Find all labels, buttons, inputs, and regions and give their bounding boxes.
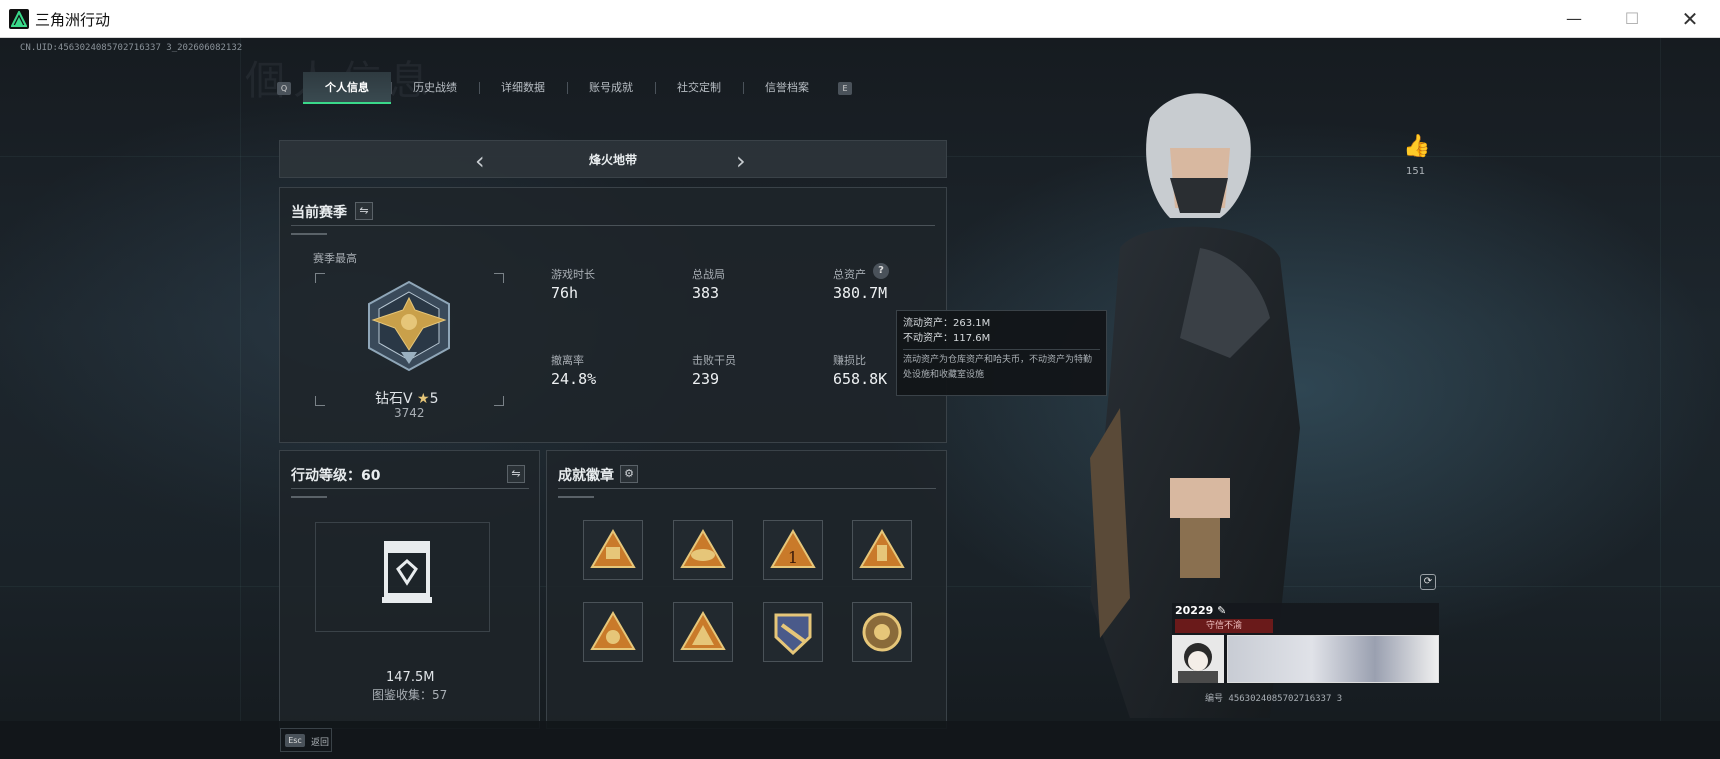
player-banner: [1227, 635, 1439, 683]
mode-title: 烽火地带: [588, 153, 637, 167]
frame-corner: [494, 273, 504, 283]
close-icon[interactable]: ✕: [1661, 0, 1719, 38]
game-area: 個人信息 CN.UID:4563024085702716337 3_202606…: [0, 38, 1720, 759]
stat-label: 撤离率: [551, 354, 584, 367]
divider: [558, 488, 936, 489]
rank-score: 3742: [394, 406, 425, 420]
divider: [558, 496, 594, 498]
mode-selector: ‹ 烽火地带 ›: [279, 140, 947, 178]
frame-corner: [315, 396, 325, 406]
divider: [291, 225, 935, 226]
level-title: 行动等级：60: [291, 465, 380, 485]
badge-4[interactable]: [852, 520, 912, 580]
stat-value: 380.7M: [833, 284, 888, 302]
rank-stars: 5: [429, 391, 439, 407]
player-name: 20229 ✎: [1175, 604, 1226, 617]
player-id: 编号 4563024085702716337 3: [1205, 694, 1343, 704]
stat-label: 游戏时长: [551, 268, 595, 281]
avatar: [1172, 635, 1224, 683]
bg-grid-line: [240, 38, 241, 721]
question-icon[interactable]: ?: [873, 263, 889, 279]
stat-label: 总战局: [692, 268, 725, 281]
pencil-icon[interactable]: ✎: [1217, 604, 1226, 617]
uid-label: CN.UID:4563024085702716337 3_20260608213…: [20, 43, 243, 53]
stat-value: 239: [692, 370, 720, 388]
collection-count: 图鉴收集：57: [372, 686, 447, 703]
tab-social[interactable]: 社交定制: [655, 72, 743, 104]
badges-title: 成就徽章: [558, 468, 614, 484]
stat-label: 总资产: [833, 268, 866, 281]
maximize-icon[interactable]: ☐: [1603, 0, 1661, 38]
tab-next-key[interactable]: E: [838, 82, 852, 95]
game-window: 三角洲行动 — ☐ ✕ 個人信息 CN.UID:4563024085702716…: [0, 0, 1720, 759]
tab-bar: 个人信息 历史战绩 详细数据 账号成就 社交定制 信誉档案: [303, 72, 831, 104]
collection-value: 57: [432, 688, 448, 702]
achievement-badges-panel: 成就徽章 ⚙ 1: [546, 450, 947, 729]
swap-icon[interactable]: ⇋: [507, 465, 525, 483]
app-logo-icon: [9, 9, 29, 29]
bottom-bar: Esc 返回: [0, 721, 1720, 759]
title-bar: 三角洲行动 — ☐ ✕: [0, 0, 1720, 38]
badge-3[interactable]: 1: [763, 520, 823, 580]
level-value: 60: [361, 468, 381, 484]
star-icon: ★: [417, 391, 430, 407]
tab-prev-key[interactable]: Q: [277, 82, 291, 95]
tab-personal-info[interactable]: 个人信息: [303, 72, 391, 104]
tab-detailed-data[interactable]: 详细数据: [479, 72, 567, 104]
collection-cabinet-icon: [382, 541, 432, 603]
window-title: 三角洲行动: [35, 11, 111, 29]
badge-6[interactable]: [673, 602, 733, 662]
chevron-right-icon[interactable]: ›: [736, 147, 746, 175]
badge-5[interactable]: [583, 602, 643, 662]
esc-key: Esc: [285, 734, 305, 747]
gear-icon[interactable]: ⚙: [620, 465, 638, 483]
refresh-icon[interactable]: ⟳: [1420, 574, 1436, 590]
badge-7[interactable]: [763, 602, 823, 662]
current-season-panel: 当前赛季 ⇋ 赛季最高 钻石V ★5 3742 游戏时长 76h 总战局 383…: [279, 187, 947, 443]
divider: [291, 233, 327, 235]
stat-value: 658.8K: [833, 370, 888, 388]
stat-value: 76h: [551, 284, 579, 302]
player-tag: 守信不渝: [1175, 619, 1273, 633]
season-highest-label: 赛季最高: [313, 252, 357, 265]
divider: [291, 496, 327, 498]
like-count: 151: [1406, 166, 1426, 177]
thumbs-up-icon[interactable]: 👍: [1403, 134, 1430, 159]
season-title: 当前赛季: [291, 205, 347, 221]
player-name-text: 20229: [1175, 604, 1214, 617]
frame-corner: [315, 273, 325, 283]
player-card[interactable]: 20229 ✎ 守信不渝: [1172, 603, 1439, 683]
tab-history[interactable]: 历史战绩: [391, 72, 479, 104]
svg-text:1: 1: [788, 548, 798, 567]
stat-label: 击败干员: [692, 354, 736, 367]
back-button[interactable]: Esc 返回: [280, 728, 332, 752]
tab-reputation[interactable]: 信誉档案: [743, 72, 831, 104]
tab-achievements[interactable]: 账号成就: [567, 72, 655, 104]
frame-corner: [494, 396, 504, 406]
back-label: 返回: [311, 738, 330, 748]
action-level-panel: 行动等级：60 ⇋ 147.5M 图鉴收集：57: [279, 450, 540, 729]
rank-name: 钻石V ★5: [375, 388, 439, 408]
stat-value: 383: [692, 284, 720, 302]
minimize-icon[interactable]: —: [1545, 0, 1603, 38]
collection-asset-value: 147.5M: [386, 670, 435, 685]
bg-grid-line: [1660, 38, 1661, 721]
level-label: 行动等级：: [291, 468, 361, 484]
divider: [291, 488, 529, 489]
badge-1[interactable]: [583, 520, 643, 580]
badge-2[interactable]: [673, 520, 733, 580]
collection-label: 图鉴收集：: [372, 688, 433, 702]
swap-icon[interactable]: ⇋: [355, 202, 373, 220]
stat-label: 赚损比: [833, 354, 866, 367]
rank-tier: 钻石V: [375, 391, 413, 407]
rank-emblem-icon: [368, 280, 450, 372]
badge-8[interactable]: [852, 602, 912, 662]
stat-value: 24.8%: [551, 370, 597, 388]
